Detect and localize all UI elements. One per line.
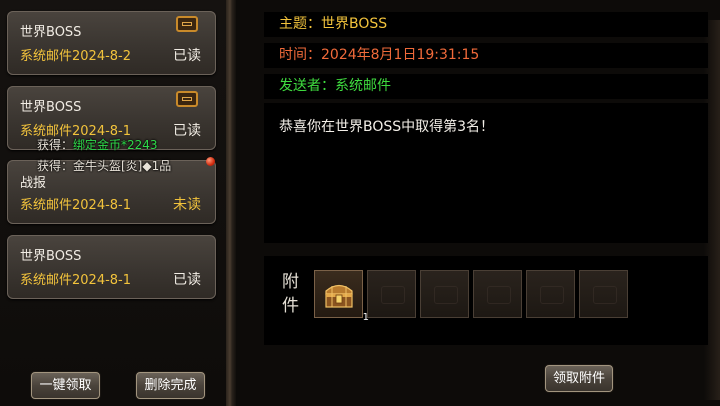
attachment-slot-empty [367, 270, 416, 318]
attachment-slot-empty [579, 270, 628, 318]
treasure-chest-icon [325, 284, 353, 308]
attachment-slot-1[interactable]: 1 [314, 270, 369, 323]
mail-item[interactable]: 世界BOSS 系统邮件2024-8-1 已读 [7, 235, 216, 299]
mail-body: 恭喜你在世界BOSS中取得第3名！ [264, 103, 708, 243]
attachment-slot-empty [420, 270, 469, 318]
attachment-label: 附件 [282, 272, 299, 316]
empty-slot-icon [540, 286, 564, 304]
empty-slot-icon [487, 286, 511, 304]
reward-line-1: 获得：绑定金币*2243 [37, 136, 158, 153]
reward-line-1-prefix: 获得： [37, 138, 74, 152]
empty-slot-icon [381, 286, 405, 304]
mail-item-sender-date: 系统邮件2024-8-2 [20, 49, 132, 64]
time-row: 时间：2024年8月1日19:31:15 [264, 43, 708, 68]
reward-popup: 获得：绑定金币*2243 获得：金牛头盔[炎]◆1品 [22, 133, 222, 173]
mail-item-sender-date: 系统邮件2024-8-1 [20, 198, 132, 213]
claim-attachment-button[interactable]: 领取附件 [545, 365, 613, 392]
subject-row: 主题：世界BOSS [264, 12, 708, 37]
mail-body-text: 恭喜你在世界BOSS中取得第3名！ [279, 119, 495, 135]
reward-line-2: 获得：金牛头盔[炎]◆1品 [37, 159, 172, 173]
sender-value: 系统邮件 [335, 78, 391, 94]
mail-item-title: 世界BOSS [20, 249, 82, 264]
mail-item-status: 未读 [173, 197, 201, 213]
attachment-slot-empty [473, 270, 522, 318]
mail-item-status: 已读 [173, 272, 201, 288]
mail-item-title: 世界BOSS [20, 25, 82, 40]
attachment-chest-icon [176, 16, 198, 32]
subject-value: 世界BOSS [321, 16, 388, 32]
mail-item-title: 战报 [20, 176, 47, 191]
attachment-slot-empty [526, 270, 575, 318]
claim-all-button[interactable]: 一键领取 [31, 372, 100, 399]
reward-line-1-item: 绑定金币*2243 [73, 138, 158, 152]
time-value: 2024年8月1日19:31:15 [321, 47, 480, 63]
mail-list-panel: 世界BOSS 系统邮件2024-8-2 已读 世界BOSS 系统邮件2024-8… [0, 0, 226, 406]
time-label: 时间： [279, 47, 321, 63]
panel-divider [226, 0, 236, 406]
sender-row: 发送者：系统邮件 [264, 74, 708, 99]
attachment-chest-icon [176, 91, 198, 107]
notification-dot-icon [206, 157, 215, 166]
empty-slot-icon [434, 286, 458, 304]
mail-item[interactable]: 世界BOSS 系统邮件2024-8-2 已读 [7, 11, 216, 75]
mail-item-status: 已读 [173, 48, 201, 64]
sender-label: 发送者： [279, 78, 335, 94]
attachment-area: 附件 1 [264, 256, 708, 345]
subject-label: 主题： [279, 16, 321, 32]
delete-done-button[interactable]: 删除完成 [136, 372, 205, 399]
mail-item-sender-date: 系统邮件2024-8-1 [20, 273, 132, 288]
empty-slot-icon [593, 286, 617, 304]
mail-item-title: 世界BOSS [20, 100, 82, 115]
